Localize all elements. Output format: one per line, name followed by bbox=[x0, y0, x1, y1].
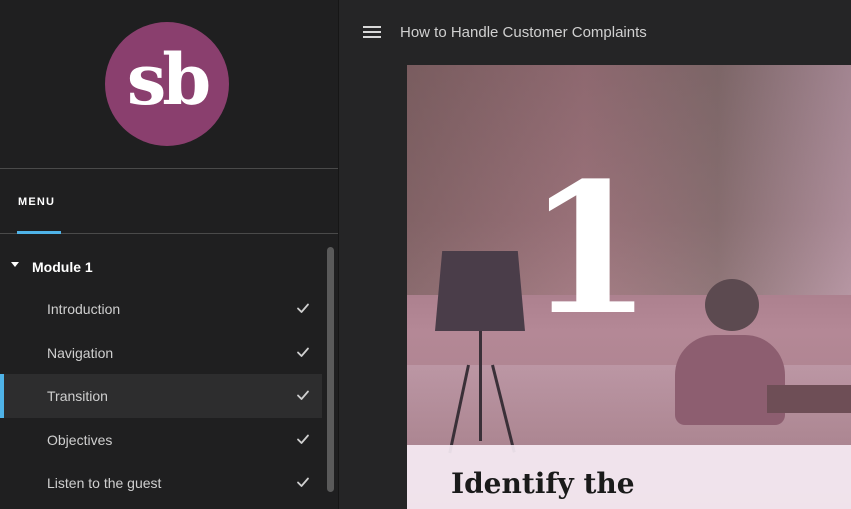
logo-text: sb bbox=[126, 38, 211, 121]
check-icon bbox=[297, 390, 309, 400]
top-bar: How to Handle Customer Complaints bbox=[340, 0, 851, 65]
lesson-label: Transition bbox=[47, 388, 108, 404]
check-icon bbox=[297, 434, 309, 444]
lesson-item-listen-to-the-guest[interactable]: Listen to the guest bbox=[0, 461, 322, 505]
lesson-label: Listen to the guest bbox=[47, 475, 162, 491]
check-icon bbox=[297, 347, 309, 357]
lesson-list: Module 1 Introduction Navigation Transit… bbox=[0, 245, 322, 505]
module-header[interactable]: Module 1 bbox=[0, 245, 322, 287]
logo: sb bbox=[105, 22, 229, 146]
lesson-item-objectives[interactable]: Objectives bbox=[0, 418, 322, 462]
check-icon bbox=[297, 477, 309, 487]
course-title: How to Handle Customer Complaints bbox=[400, 24, 647, 41]
sidebar: sb MENU Module 1 Introduction Navigation… bbox=[0, 0, 339, 509]
lesson-heading: Identify the bbox=[451, 467, 635, 500]
caption-panel: Identify the bbox=[407, 445, 851, 509]
logo-area: sb bbox=[0, 0, 338, 169]
active-tab-indicator bbox=[17, 231, 61, 234]
sidebar-scrollbar[interactable] bbox=[327, 247, 334, 492]
lesson-label: Objectives bbox=[47, 431, 113, 448]
menu-tabbar: MENU bbox=[0, 170, 338, 234]
module-title: Module 1 bbox=[32, 259, 93, 275]
lesson-item-navigation[interactable]: Navigation bbox=[0, 331, 322, 375]
check-icon bbox=[297, 303, 309, 313]
hamburger-icon[interactable] bbox=[363, 26, 381, 38]
tab-menu[interactable]: MENU bbox=[18, 196, 55, 208]
lesson-item-introduction[interactable]: Introduction bbox=[0, 287, 322, 331]
module-number: 1 bbox=[527, 144, 652, 355]
lesson-label: Introduction bbox=[47, 301, 121, 317]
lesson-label: Navigation bbox=[47, 344, 114, 361]
lesson-item-transition[interactable]: Transition bbox=[0, 374, 322, 418]
app-window: sb MENU Module 1 Introduction Navigation… bbox=[0, 0, 851, 509]
caret-down-icon bbox=[11, 262, 19, 267]
